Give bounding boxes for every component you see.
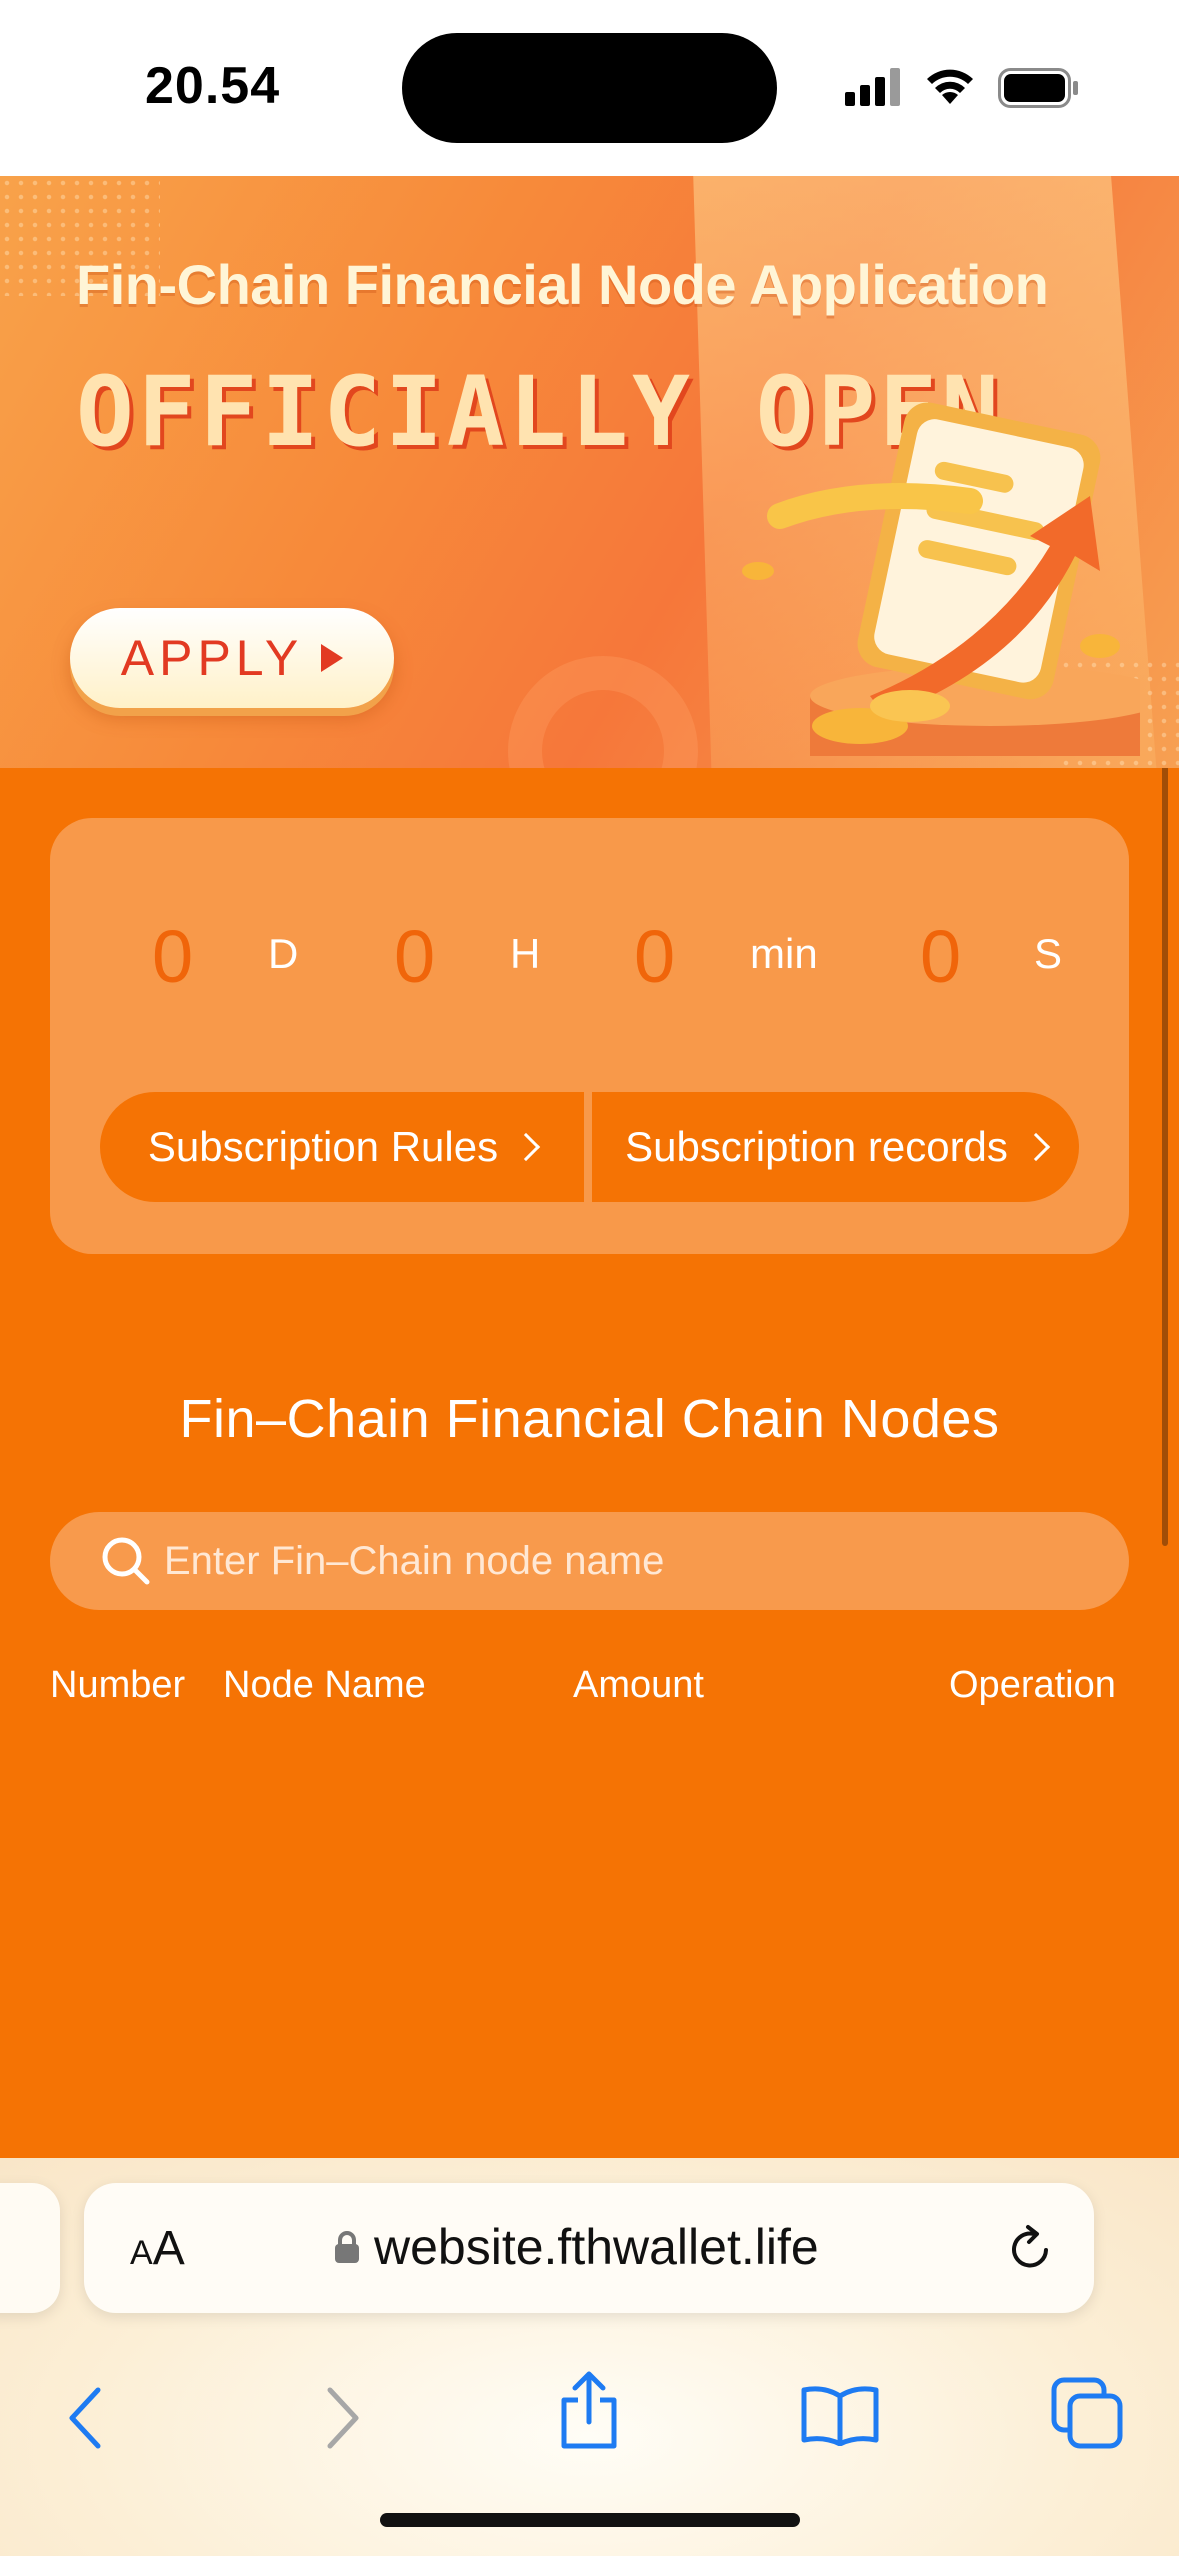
countdown-days-value: 0 <box>152 914 194 998</box>
lock-icon <box>335 2231 359 2263</box>
reader-settings-button[interactable]: AAAA <box>130 2221 185 2276</box>
nodes-table-header: Number Node Name Amount Operation <box>0 1664 1179 1714</box>
subscription-links: Subscription Rules Subscription records <box>100 1092 1079 1202</box>
countdown-hours-value: 0 <box>394 914 436 998</box>
promo-banner: Fin-Chain Financial Node Application OFF… <box>0 176 1179 768</box>
previous-tab-peek[interactable] <box>0 2183 60 2313</box>
document-coins-illustration <box>742 402 1140 756</box>
countdown-days-unit: D <box>268 930 299 977</box>
tabs-icon[interactable] <box>1050 2376 1124 2450</box>
chevron-right-icon <box>511 1132 541 1162</box>
banner-ring-decoration <box>508 656 698 768</box>
countdown-minutes: 0 <box>634 908 675 1004</box>
home-indicator[interactable] <box>380 2513 800 2527</box>
bookmarks-icon[interactable] <box>800 2382 880 2446</box>
battery-icon <box>998 68 1078 108</box>
countdown-minutes-value: 0 <box>634 914 676 998</box>
subscription-records-label: Subscription records <box>625 1123 1008 1170</box>
node-search-input[interactable] <box>164 1538 1064 1584</box>
countdown-card: 0 D 0 H 0 min 0 S Subscription Rules Sub… <box>50 818 1129 1254</box>
status-bar: 20.54 <box>0 0 1179 176</box>
apply-button-label: APPLY <box>120 630 304 686</box>
subscription-rules-label: Subscription Rules <box>147 1123 499 1170</box>
countdown-seconds: 0 <box>920 908 961 1004</box>
wifi-icon <box>927 69 973 104</box>
address-bar[interactable]: AAAA website.fthwallet.life <box>84 2183 1094 2313</box>
column-header-amount: Amount <box>573 1664 704 1706</box>
play-arrow-icon <box>321 644 344 672</box>
back-icon[interactable] <box>66 2386 106 2450</box>
forward-icon[interactable] <box>322 2386 362 2450</box>
nodes-section-title: Fin–Chain Financial Chain Nodes <box>179 1389 1000 1449</box>
countdown-seconds-unit: S <box>1034 930 1063 977</box>
column-header-operation: Operation <box>949 1664 1116 1706</box>
url-text: website.fthwallet.life <box>374 2219 819 2275</box>
chevron-right-icon <box>1021 1132 1051 1162</box>
status-time: 20.54 <box>145 57 281 115</box>
countdown-hours: 0 <box>394 908 435 1004</box>
search-icon <box>102 1537 150 1585</box>
subscription-rules-button[interactable]: Subscription Rules <box>100 1092 584 1202</box>
dynamic-island <box>402 33 777 143</box>
reload-icon[interactable] <box>1004 2223 1056 2275</box>
safari-nav-row <box>0 2358 1179 2458</box>
signal-icon <box>845 68 901 106</box>
safari-toolbar: AAAA website.fthwallet.life <box>0 2158 1179 2556</box>
node-search-box[interactable] <box>50 1512 1129 1610</box>
countdown-days: 0 <box>152 908 193 1004</box>
subscription-records-button[interactable]: Subscription records <box>592 1092 1079 1202</box>
apply-button[interactable]: APPLY <box>70 608 394 708</box>
countdown-seconds-value: 0 <box>920 914 962 998</box>
column-header-number: Number <box>50 1664 186 1706</box>
countdown-hours-unit: H <box>510 930 541 977</box>
countdown-minutes-unit: min <box>750 930 818 977</box>
column-header-node-name: Node Name <box>223 1664 426 1706</box>
url-display[interactable]: website.fthwallet.life <box>334 2217 819 2277</box>
share-icon[interactable] <box>556 2370 622 2450</box>
